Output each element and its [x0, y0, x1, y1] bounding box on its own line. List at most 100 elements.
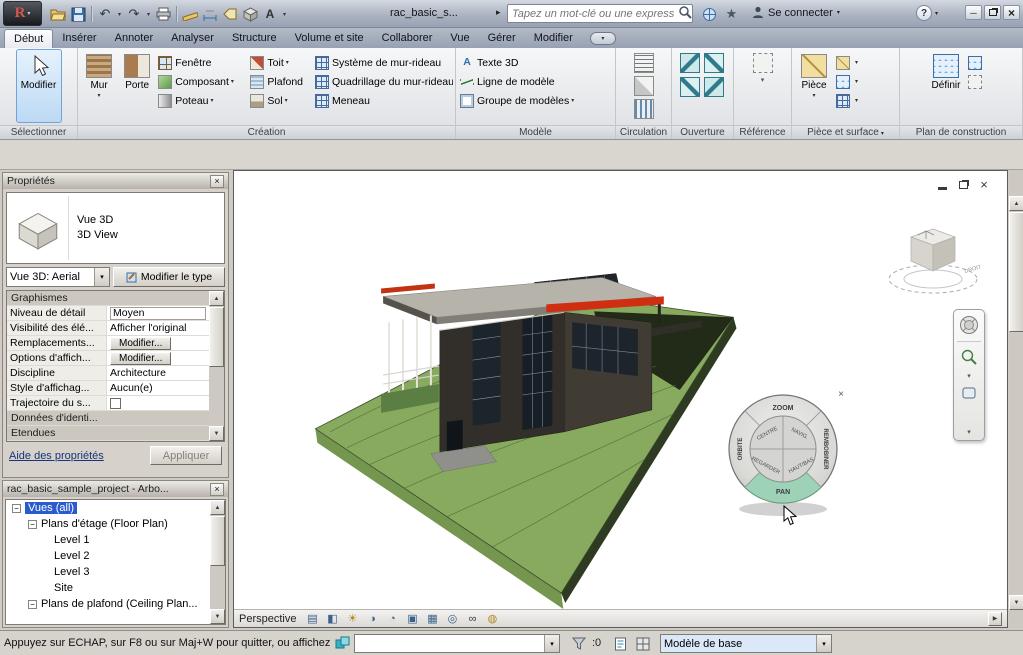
property-section[interactable]: Etendues	[7, 426, 224, 441]
view-restore-button[interactable]	[956, 178, 970, 191]
tree-item-floor-plans[interactable]: − Plans d'étage (Floor Plan)	[6, 516, 225, 532]
tag-icon[interactable]	[220, 4, 240, 24]
wheel-close-icon[interactable]: ×	[838, 389, 844, 400]
collapse-icon[interactable]: −	[12, 503, 21, 513]
aligned-dimension-icon[interactable]	[200, 4, 220, 24]
tree-item-level-3[interactable]: Level 3	[6, 564, 225, 580]
curtain-grid-button[interactable]: Quadrillage du mur-rideau	[313, 72, 453, 91]
tree-item-level-2[interactable]: Level 2	[6, 548, 225, 564]
floor-button[interactable]: Sol ▾	[248, 91, 313, 110]
default-3d-view-icon[interactable]	[240, 4, 260, 24]
stairs-icon[interactable]	[633, 53, 654, 73]
view-minimize-button[interactable]	[935, 178, 949, 191]
window-button[interactable]: Fenêtre	[156, 53, 248, 72]
text-icon[interactable]: A	[260, 4, 280, 24]
search-input[interactable]	[508, 7, 678, 20]
show-workplane-button[interactable]	[966, 53, 996, 72]
property-row[interactable]: Trajectoire du s...	[7, 396, 224, 411]
model-group-button[interactable]: Groupe de modèles ▾	[458, 91, 613, 110]
close-icon[interactable]: ×	[210, 482, 224, 496]
mullion-button[interactable]: Meneau	[313, 91, 453, 110]
properties-titlebar[interactable]: Propriétés ×	[3, 173, 228, 189]
property-row[interactable]: Discipline Architecture	[7, 366, 224, 381]
project-browser-titlebar[interactable]: rac_basic_sample_project - Arbo... ×	[3, 481, 228, 497]
view-close-button[interactable]: ×	[977, 177, 991, 192]
steering-wheel-icon[interactable]	[959, 315, 979, 335]
tag-room-button[interactable]: ▾	[834, 91, 890, 110]
worksets-combo[interactable]: ▾	[354, 634, 560, 653]
wall-button[interactable]: Mur ▾	[80, 49, 118, 123]
favorites-star-icon[interactable]: ★	[722, 5, 741, 23]
edit-button[interactable]: Modifier...	[110, 351, 172, 365]
help-button[interactable]: ? ▾	[916, 5, 938, 21]
tab-inserer[interactable]: Insérer	[53, 29, 105, 48]
sign-in-button[interactable]: Se connecter ▾	[752, 6, 840, 19]
measure-icon[interactable]	[180, 4, 200, 24]
editable-only-icon[interactable]	[612, 635, 629, 652]
property-row[interactable]: Style d'affichag... Aucun(e)	[7, 381, 224, 396]
chevron-down-icon[interactable]: ▾	[761, 76, 765, 84]
wheel-rewind-label[interactable]: REMBOBINER	[822, 428, 828, 470]
close-button[interactable]: ×	[1003, 5, 1020, 20]
curtain-system-button[interactable]: Système de mur-rideau	[313, 53, 453, 72]
tab-modifier[interactable]: Modifier	[525, 29, 582, 48]
model-text-button[interactable]: A Texte 3D	[458, 53, 613, 72]
property-section[interactable]: Graphismes	[7, 291, 224, 306]
detail-level-icon[interactable]: ▤	[304, 611, 320, 626]
open-icon[interactable]	[48, 4, 68, 24]
view-type-combo[interactable]: Vue 3D: Aerial ▾	[6, 267, 110, 287]
maximize-button[interactable]	[984, 5, 1001, 20]
crop-view-icon[interactable]: ▣	[404, 611, 420, 626]
workplane-viewer-button[interactable]	[966, 72, 996, 91]
panel-label-piece-surface[interactable]: Pièce et surface ▾	[792, 125, 899, 139]
railing-icon[interactable]	[633, 99, 654, 119]
property-row[interactable]: Visibilité des élé... Afficher l'origina…	[7, 321, 224, 336]
wall-opening-icon[interactable]	[679, 53, 700, 73]
filter-icon[interactable]	[570, 635, 587, 652]
view-scale-label[interactable]: Perspective	[239, 613, 296, 625]
wheel-orbit-label[interactable]: ORBITE	[738, 438, 744, 461]
minimize-button[interactable]: ─	[965, 5, 982, 20]
render-icon[interactable]: ◔	[384, 611, 400, 626]
vertical-opening-icon[interactable]	[679, 77, 700, 97]
viewport-scrollbar[interactable]: ▲ ▼	[1009, 170, 1023, 628]
tab-volume-et-site[interactable]: Volume et site	[286, 29, 373, 48]
navbar-dropdown-icon[interactable]: ▾	[967, 428, 971, 436]
undo-icon[interactable]: ↶	[95, 4, 115, 24]
print-icon[interactable]	[153, 4, 173, 24]
shaft-opening-icon[interactable]	[703, 53, 724, 73]
tree-item-ceiling-plans[interactable]: − Plans de plafond (Ceiling Plan...	[6, 596, 225, 612]
room-separator-button[interactable]: ▾	[834, 53, 890, 72]
set-workplane-button[interactable]: Définir	[926, 49, 966, 123]
property-row[interactable]: Niveau de détail Moyen	[7, 306, 224, 321]
edit-type-button[interactable]: Modifier le type	[113, 267, 225, 287]
chevron-down-icon[interactable]: ▾	[94, 268, 109, 286]
show-crop-icon[interactable]: ▦	[424, 611, 440, 626]
ribbon-cycle-button[interactable]: ▾	[589, 32, 616, 45]
chevron-down-icon[interactable]: ▾	[544, 635, 559, 652]
reveal-hidden-icon[interactable]: ◍	[484, 611, 500, 626]
wheel-zoom-label[interactable]: ZOOM	[773, 405, 794, 412]
tree-item-level-1[interactable]: Level 1	[6, 532, 225, 548]
pan-tool-icon[interactable]	[960, 386, 978, 400]
communication-center-icon[interactable]	[700, 5, 719, 23]
property-section[interactable]: Données d'identi...	[7, 411, 224, 426]
tree-item-views-root[interactable]: − Vues (all)	[6, 500, 225, 516]
properties-help-link[interactable]: Aide des propriétés	[9, 450, 104, 462]
tree-item-site[interactable]: Site	[6, 580, 225, 596]
ramp-icon[interactable]	[633, 76, 654, 96]
tab-structure[interactable]: Structure	[223, 29, 286, 48]
application-menu-button[interactable]: R ▾	[3, 1, 42, 26]
tab-vue[interactable]: Vue	[441, 29, 478, 48]
edit-button[interactable]: Modifier...	[110, 336, 172, 350]
tab-analyser[interactable]: Analyser	[162, 29, 223, 48]
browser-scrollbar[interactable]: ▲ ▼	[210, 500, 225, 624]
door-button[interactable]: Porte	[118, 49, 156, 123]
apply-button[interactable]: Appliquer	[150, 446, 222, 465]
zoom-dropdown-icon[interactable]: ▾	[967, 372, 971, 380]
expand-icon[interactable]: −	[28, 599, 37, 609]
redo-icon[interactable]: ↷	[124, 4, 144, 24]
tab-collaborer[interactable]: Collaborer	[373, 29, 442, 48]
tab-debut[interactable]: Début	[4, 29, 54, 48]
lock-view-icon[interactable]: ◎	[444, 611, 460, 626]
